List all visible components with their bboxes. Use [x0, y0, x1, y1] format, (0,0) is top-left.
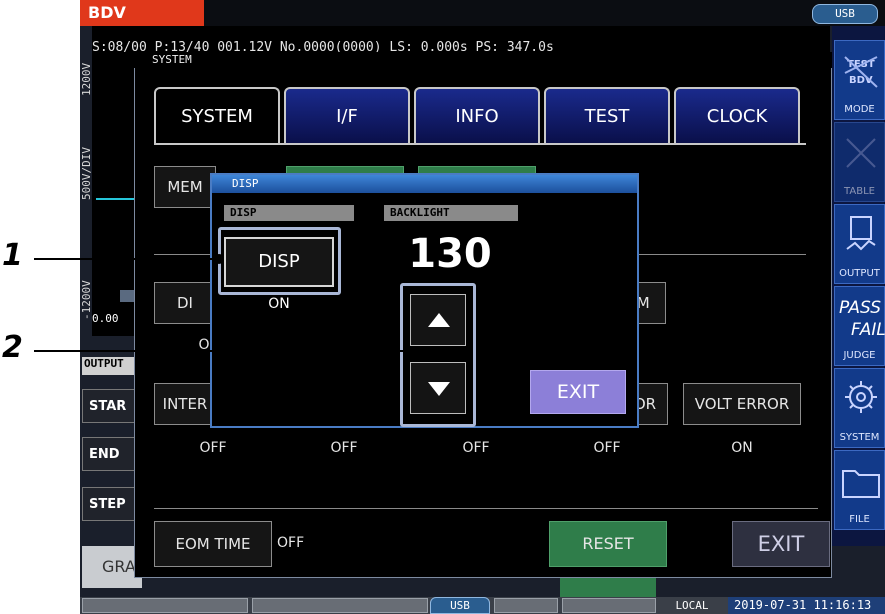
volt-error-value: ON — [731, 440, 753, 456]
green-tab-hint — [560, 578, 656, 597]
setting-value: OFF — [462, 440, 490, 456]
disp-header: DISP — [224, 205, 354, 221]
side-mode-button[interactable]: TEST BDV MODE — [834, 40, 885, 120]
step-button[interactable]: STEP — [82, 487, 138, 521]
y-axis-div-label: 500V/DIV — [80, 147, 93, 200]
side-output-button[interactable]: OUTPUT — [834, 204, 885, 284]
tab-underline — [154, 143, 806, 145]
side-output-label: OUTPUT — [839, 268, 880, 279]
reset-button[interactable]: RESET — [549, 521, 667, 567]
status-segment — [82, 598, 248, 613]
pass-fail-icon: PASS FAIL — [839, 298, 885, 340]
mode-tag: BDV — [80, 0, 204, 26]
disp-dialog-title: DISP — [212, 175, 637, 193]
callout-2-line — [34, 350, 412, 352]
side-system-button[interactable]: SYSTEM — [834, 368, 885, 448]
folder-icon — [842, 470, 880, 498]
eom-time-value: OFF — [277, 535, 305, 551]
side-judge-label: JUDGE — [843, 350, 876, 361]
callout-1-number: 1 — [2, 238, 23, 273]
usb-indicator: USB — [812, 4, 878, 24]
svg-text:PASS: PASS — [839, 298, 881, 318]
waveform-trace — [96, 198, 136, 200]
waveform-noise — [120, 290, 134, 302]
local-indicator: LOCAL — [675, 599, 709, 612]
side-table-button[interactable]: TABLE — [834, 122, 885, 202]
section-divider — [154, 508, 818, 509]
arrow-up-icon — [428, 313, 450, 327]
interlock-button[interactable]: INTER — [154, 383, 216, 425]
test-bdv-icon: TEST BDV — [844, 56, 878, 88]
callout-1-line — [34, 258, 220, 260]
disp-button[interactable]: DISP — [224, 237, 334, 287]
x-axis-origin: 0.00 — [92, 312, 119, 325]
system-exit-button[interactable]: EXIT — [732, 521, 830, 567]
disp-exit-button[interactable]: EXIT — [530, 370, 626, 414]
datetime-display: 2019-07-31 11:16:13 — [728, 597, 885, 614]
graph-button[interactable]: GRA — [82, 546, 142, 588]
callout-1-dot — [214, 254, 224, 264]
backlight-header: BACKLIGHT — [384, 205, 518, 221]
end-button[interactable]: END — [82, 437, 138, 471]
backlight-value: 130 — [408, 231, 492, 277]
error-value: OFF — [593, 440, 621, 456]
tab-system[interactable]: SYSTEM — [154, 87, 280, 145]
backlight-down-button[interactable] — [410, 362, 466, 414]
display-setting-button[interactable]: DI — [154, 282, 216, 324]
side-system-label: SYSTEM — [839, 432, 880, 443]
tab-clock[interactable]: CLOCK — [674, 87, 800, 143]
side-file-button[interactable]: FILE — [834, 450, 885, 530]
usb-status: USB — [430, 597, 490, 614]
status-segment — [562, 598, 656, 613]
system-window-title: SYSTEM — [134, 52, 832, 68]
tab-test[interactable]: TEST — [544, 87, 670, 143]
disp-value: ON — [268, 296, 290, 312]
tab-info[interactable]: INFO — [414, 87, 540, 143]
status-segment — [494, 598, 558, 613]
tab-if[interactable]: I/F — [284, 87, 410, 143]
side-mode-label: MODE — [844, 104, 875, 115]
side-file-label: FILE — [849, 514, 870, 525]
setting-value: OFF — [330, 440, 358, 456]
callout-2-number: 2 — [2, 330, 23, 365]
y-axis-top-label: 1200V — [80, 62, 93, 96]
arrow-down-icon — [428, 382, 450, 396]
table-icon — [846, 138, 876, 168]
interlock-value: OFF — [199, 440, 227, 456]
gear-icon — [845, 381, 877, 413]
svg-text:FAIL: FAIL — [851, 320, 885, 340]
side-table-label: TABLE — [844, 186, 875, 197]
eom-time-button[interactable]: EOM TIME — [154, 521, 272, 567]
backlight-up-button[interactable] — [410, 294, 466, 346]
memory-button[interactable]: MEM — [154, 166, 216, 208]
callout-2-dot — [406, 346, 416, 356]
status-segment — [252, 598, 428, 613]
output-icon — [846, 216, 876, 251]
start-button[interactable]: STAR — [82, 389, 138, 423]
side-judge-button[interactable]: PASS FAIL JUDGE — [834, 286, 885, 366]
volt-error-button[interactable]: VOLT ERROR — [683, 383, 801, 425]
